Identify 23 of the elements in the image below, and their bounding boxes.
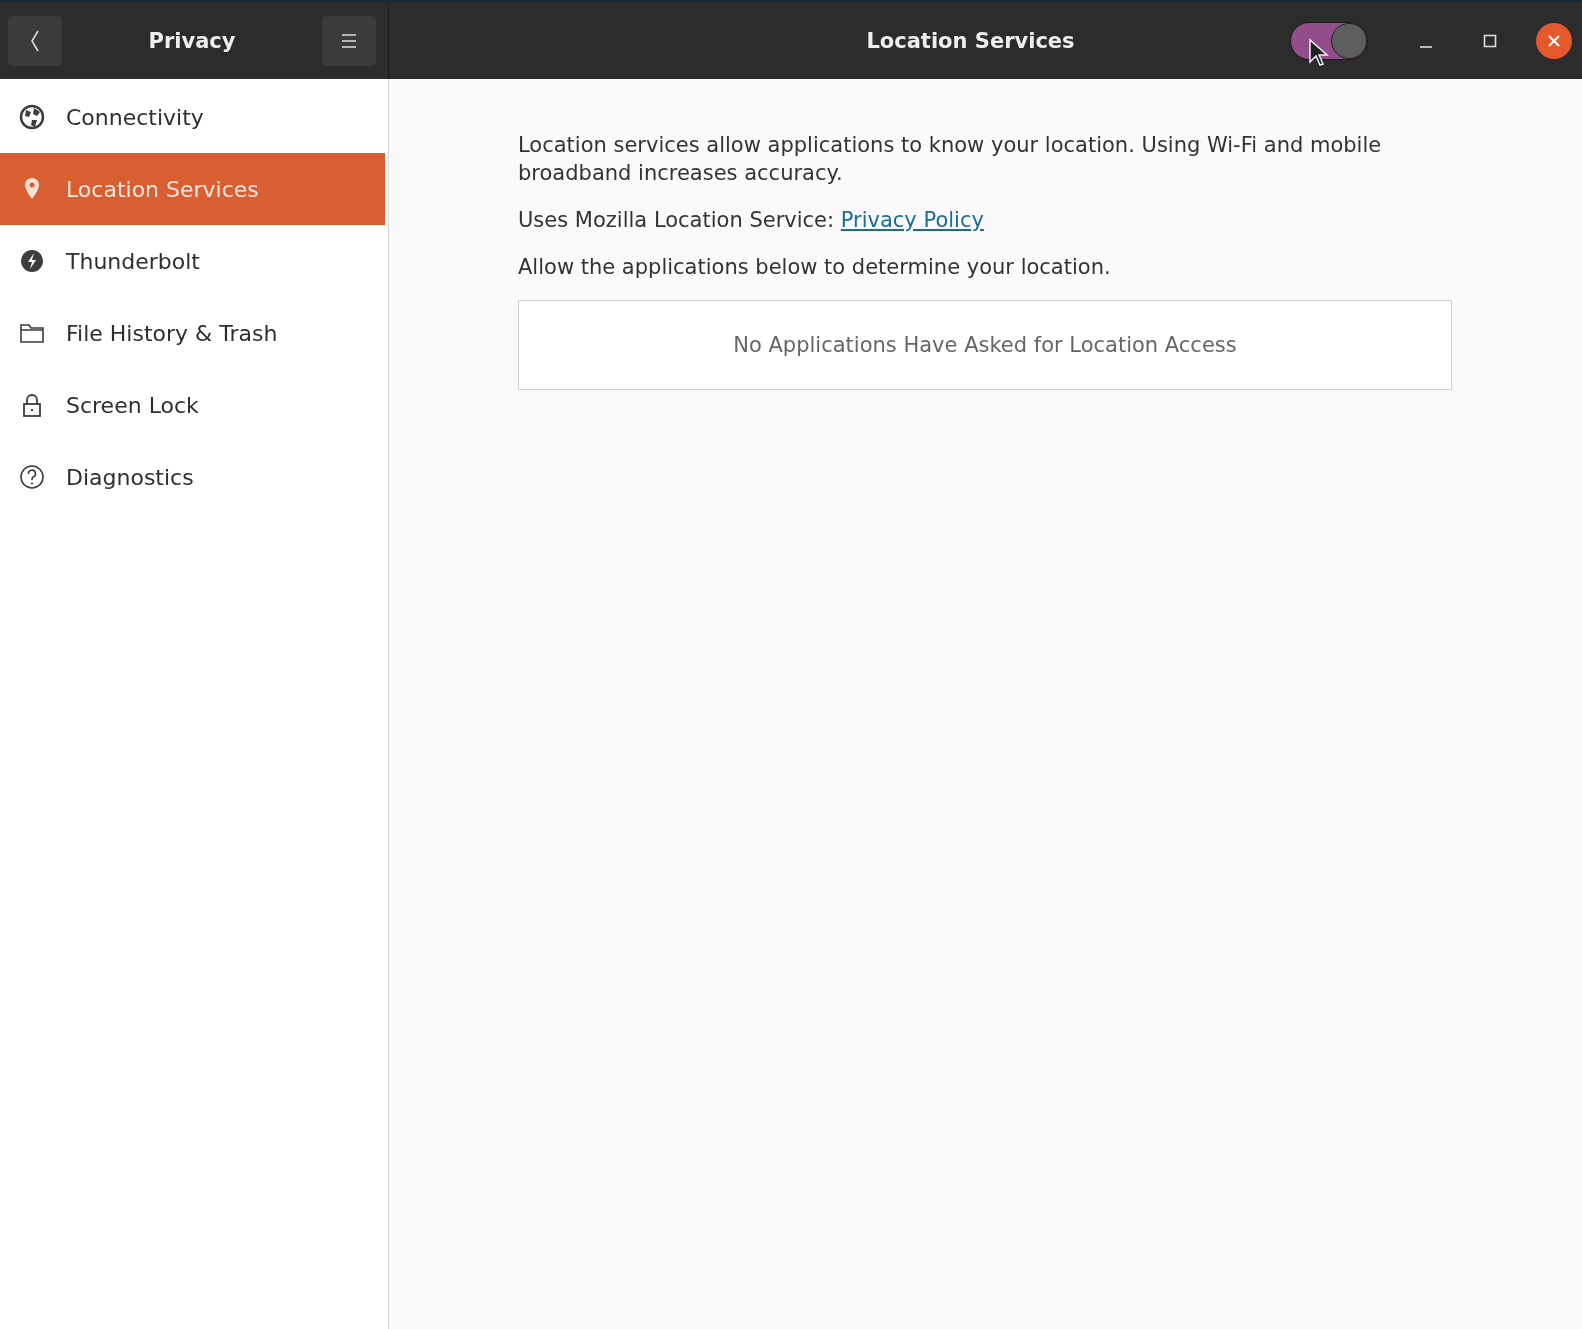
sidebar-title: Privacy: [148, 28, 236, 53]
description-text: Location services allow applications to know your location. Using Wi-Fi and mobile broadband increases accuracy.: [518, 132, 1383, 187]
sidebar-item[interactable]: Diagnostics: [0, 441, 388, 513]
question-mark-icon: [18, 463, 46, 491]
close-button[interactable]: [1536, 22, 1572, 59]
toggle-switch[interactable]: [1290, 21, 1368, 60]
empty-message: No Applications Have Asked for Location Access: [733, 333, 1237, 357]
menu-button[interactable]: [322, 15, 376, 66]
sidebar-item[interactable]: Thunderbolt: [0, 225, 388, 297]
mouse-pointer-icon: [1308, 38, 1330, 68]
page-title: Location Services: [866, 28, 1075, 53]
minimize-icon: [1419, 45, 1433, 48]
maximize-icon: [1483, 33, 1497, 48]
sidebar-item[interactable]: File History & Trash: [0, 297, 388, 369]
lightning-bolt-icon: [18, 247, 46, 275]
close-icon: [1547, 33, 1561, 48]
menu-icon: [340, 32, 358, 49]
globe-icon: [18, 103, 46, 131]
sidebar-item[interactable]: Screen Lock: [0, 369, 388, 441]
sidebar-item[interactable]: Connectivity: [0, 81, 388, 153]
service-text: Uses Mozilla Location Service:: [518, 208, 835, 232]
privacy-policy-link[interactable]: Privacy Policy: [840, 208, 984, 232]
allow-text: Allow the applications below to determine your location.: [518, 254, 1112, 281]
